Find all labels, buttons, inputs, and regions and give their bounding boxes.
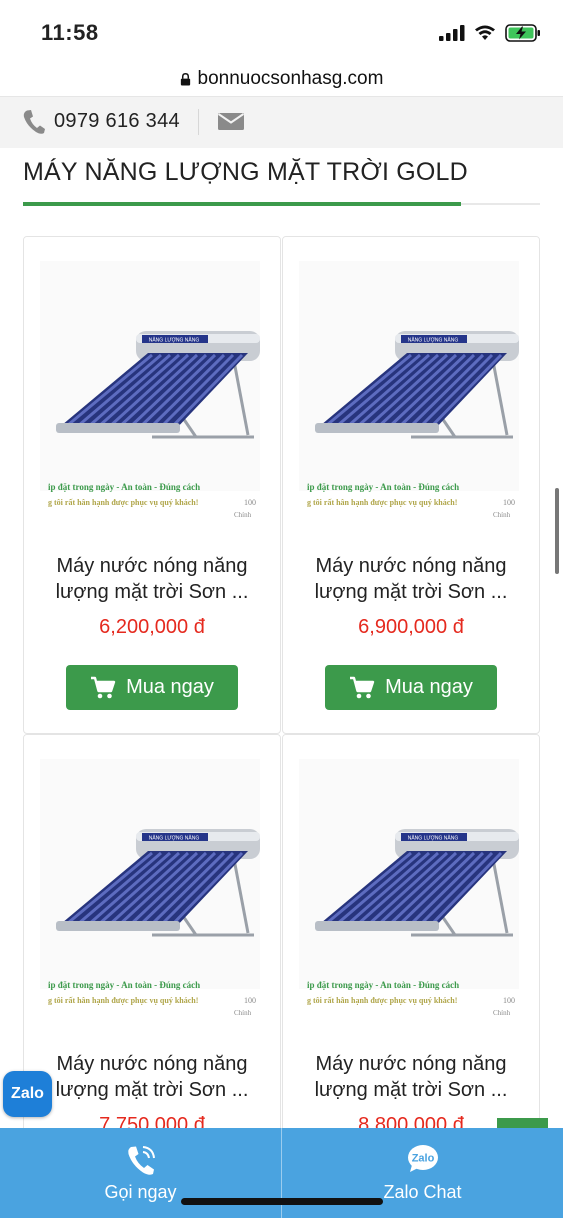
product-name-line-1: Máy nước nóng năng bbox=[56, 1053, 248, 1075]
section-title: MÁY NĂNG LƯỢNG MẶT TRỜI GOLD bbox=[23, 158, 468, 186]
product-name-line-2: lượng mặt trời Sơn ... bbox=[314, 1079, 508, 1101]
product-name[interactable]: Máy nước nóng năng lượng mặt trời Sơn ..… bbox=[32, 553, 272, 605]
product-name-line-1: Máy nước nóng năng bbox=[56, 555, 248, 577]
buy-now-button[interactable]: Mua ngay bbox=[325, 665, 497, 710]
buy-now-label: Mua ngay bbox=[126, 676, 214, 698]
promo-line-2: g tôi rất hân hạnh được phục vụ quý khác… bbox=[307, 498, 457, 507]
contact-divider bbox=[198, 109, 199, 135]
status-bar: 11:58 bbox=[0, 0, 563, 62]
panel-label: NĂNG LƯỢNG NĂNG bbox=[408, 835, 459, 842]
product-name[interactable]: Máy nước nóng năng lượng mặt trời Sơn ..… bbox=[291, 553, 531, 605]
promo-line-1: ip đặt trong ngày - An toàn - Đúng cách bbox=[48, 482, 200, 492]
promo-line-2: g tôi rất hân hạnh được phục vụ quý khác… bbox=[48, 996, 198, 1005]
contact-bar: 0979 616 344 bbox=[0, 96, 563, 148]
zalo-chat-icon: Zalo bbox=[407, 1145, 438, 1172]
signal-icon bbox=[439, 25, 465, 41]
wifi-icon bbox=[475, 25, 495, 40]
product-image[interactable]: NĂNG LƯỢNG NĂNG ip đặt trong ngày - An t… bbox=[24, 735, 280, 1035]
phone-number-link[interactable]: 0979 616 344 bbox=[54, 110, 180, 133]
product-image[interactable]: NĂNG LƯỢNG NĂNG ip đặt trong ngày - An t… bbox=[24, 237, 280, 537]
buy-now-button[interactable]: Mua ngay bbox=[66, 665, 238, 710]
zalo-float-button[interactable]: Zalo bbox=[3, 1071, 52, 1117]
badge-word: Chính bbox=[234, 511, 252, 519]
badge-number: 100 bbox=[244, 996, 256, 1005]
badge-word: Chính bbox=[234, 1009, 252, 1017]
phone-call-icon bbox=[127, 1146, 155, 1175]
promo-line-2: g tôi rất hân hạnh được phục vụ quý khác… bbox=[307, 996, 457, 1005]
cart-icon bbox=[350, 676, 375, 698]
buy-now-label: Mua ngay bbox=[385, 676, 473, 698]
product-name-line-2: lượng mặt trời Sơn ... bbox=[314, 581, 508, 603]
product-image[interactable]: NĂNG LƯỢNG NĂNG ip đặt trong ngày - An t… bbox=[283, 237, 539, 537]
mail-icon[interactable] bbox=[218, 111, 244, 131]
badge-word: Chính bbox=[493, 1009, 511, 1017]
product-name-line-1: Máy nước nóng năng bbox=[315, 1053, 507, 1075]
product-price: 6,200,000 đ bbox=[99, 616, 205, 638]
badge-word: Chính bbox=[493, 511, 511, 519]
title-underline-accent bbox=[23, 202, 461, 206]
panel-label: NĂNG LƯỢNG NĂNG bbox=[149, 337, 200, 344]
zalo-chat-icon-text: Zalo bbox=[411, 1153, 434, 1165]
promo-line-2: g tôi rất hân hạnh được phục vụ quý khác… bbox=[48, 498, 198, 507]
status-time: 11:58 bbox=[41, 20, 99, 45]
cart-icon bbox=[91, 676, 116, 698]
promo-line-1: ip đặt trong ngày - An toàn - Đúng cách bbox=[307, 482, 459, 492]
promo-line-1: ip đặt trong ngày - An toàn - Đúng cách bbox=[48, 980, 200, 990]
url-bar[interactable]: bonnuocsonhasg.com bbox=[0, 62, 563, 96]
product-price: 6,900,000 đ bbox=[358, 616, 464, 638]
zalo-float-label: Zalo bbox=[11, 1085, 44, 1102]
badge-number: 100 bbox=[503, 498, 515, 507]
status-icons bbox=[439, 24, 541, 42]
url-domain: bonnuocsonhasg.com bbox=[197, 68, 384, 89]
page: 11:58 bonnuocsonhasg.com 0979 616 344 MÁ… bbox=[0, 0, 563, 1218]
panel-label: NĂNG LƯỢNG NĂNG bbox=[408, 337, 459, 344]
badge-number: 100 bbox=[244, 498, 256, 507]
product-card[interactable]: NĂNG LƯỢNG NĂNG ip đặt trong ngày - An t… bbox=[23, 236, 281, 734]
battery-charging-icon bbox=[505, 24, 540, 42]
product-card[interactable]: NĂNG LƯỢNG NĂNG ip đặt trong ngày - An t… bbox=[282, 236, 540, 734]
phone-icon[interactable] bbox=[22, 109, 46, 135]
panel-label: NĂNG LƯỢNG NĂNG bbox=[149, 835, 200, 842]
lock-icon bbox=[180, 72, 190, 86]
product-name-line-1: Máy nước nóng năng bbox=[315, 555, 507, 577]
promo-line-1: ip đặt trong ngày - An toàn - Đúng cách bbox=[307, 980, 459, 990]
home-indicator bbox=[181, 1198, 383, 1205]
product-name-line-2: lượng mặt trời Sơn ... bbox=[55, 581, 249, 603]
product-name-line-2: lượng mặt trời Sơn ... bbox=[55, 1079, 249, 1101]
scrollbar[interactable] bbox=[555, 488, 559, 574]
product-name[interactable]: Máy nước nóng năng lượng mặt trời Sơn ..… bbox=[32, 1051, 272, 1103]
badge-number: 100 bbox=[503, 996, 515, 1005]
product-name[interactable]: Máy nước nóng năng lượng mặt trời Sơn ..… bbox=[291, 1051, 531, 1103]
product-image[interactable]: NĂNG LƯỢNG NĂNG ip đặt trong ngày - An t… bbox=[283, 735, 539, 1035]
